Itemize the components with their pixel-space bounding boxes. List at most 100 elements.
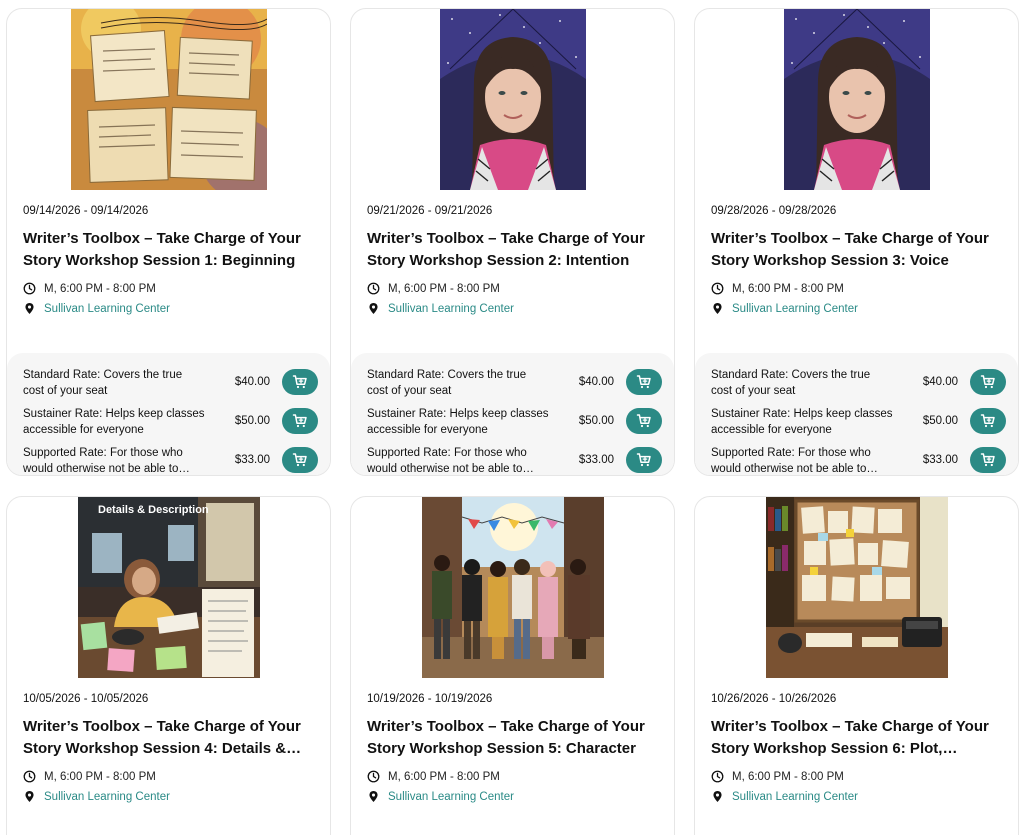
rate-price: $40.00 — [922, 376, 958, 388]
add-to-cart-button[interactable] — [282, 408, 318, 434]
event-location-link[interactable]: Sullivan Learning Center — [44, 303, 170, 315]
add-to-cart-button[interactable] — [282, 369, 318, 395]
clock-icon — [711, 282, 724, 295]
add-to-cart-button[interactable] — [626, 447, 662, 473]
event-title[interactable]: Writer’s Toolbox – Take Charge of Your S… — [23, 716, 319, 760]
event-image[interactable]: Details & Description — [77, 497, 260, 678]
event-location[interactable]: Sullivan Learning Center — [711, 302, 858, 315]
map-pin-icon — [367, 790, 380, 803]
event-time-text: M, 6:00 PM - 8:00 PM — [44, 282, 156, 295]
rate-price: $50.00 — [578, 415, 614, 427]
cart-icon — [292, 413, 308, 429]
rate-label: Sustainer Rate: Helps keep classes acces… — [23, 408, 205, 436]
rate-price: $50.00 — [922, 415, 958, 427]
rate-label: Standard Rate: Covers the true cost of y… — [711, 369, 871, 397]
event-time-text: M, 6:00 PM - 8:00 PM — [388, 282, 500, 295]
rate-label: Standard Rate: Covers the true cost of y… — [23, 369, 183, 397]
event-date: 10/19/2026 - 10/19/2026 — [367, 693, 493, 705]
rate-row: Supported Rate: For those who would othe… — [23, 445, 318, 475]
rate-row: Sustainer Rate: Helps keep classes acces… — [367, 406, 662, 440]
clock-icon — [367, 282, 380, 295]
event-card[interactable]: 09/28/2026 - 09/28/2026 Writer’s Toolbox… — [694, 8, 1019, 476]
event-time-text: M, 6:00 PM - 8:00 PM — [44, 770, 156, 783]
cart-icon — [980, 374, 996, 390]
rate-price: $33.00 — [922, 454, 958, 466]
clock-icon — [711, 770, 724, 783]
rate-price: $33.00 — [234, 454, 270, 466]
image-caption-text: Details & Description — [98, 504, 209, 516]
add-to-cart-button[interactable] — [282, 447, 318, 473]
event-title[interactable]: Writer’s Toolbox – Take Charge of Your S… — [23, 228, 319, 272]
cart-icon — [636, 374, 652, 390]
rate-price: $40.00 — [578, 376, 614, 388]
map-pin-icon — [23, 302, 36, 315]
event-date: 09/28/2026 - 09/28/2026 — [711, 205, 837, 217]
event-date: 09/21/2026 - 09/21/2026 — [367, 205, 493, 217]
rate-label: Standard Rate: Covers the true cost of y… — [367, 369, 527, 397]
rate-label: Sustainer Rate: Helps keep classes acces… — [711, 408, 893, 436]
cart-icon — [292, 374, 308, 390]
event-time: M, 6:00 PM - 8:00 PM — [367, 282, 500, 295]
event-card[interactable]: 10/26/2026 - 10/26/2026 Writer’s Toolbox… — [694, 496, 1019, 835]
rate-row: Standard Rate: Covers the true cost of y… — [23, 367, 318, 401]
add-to-cart-button[interactable] — [970, 408, 1006, 434]
event-date: 10/26/2026 - 10/26/2026 — [711, 693, 837, 705]
event-card[interactable]: 09/21/2026 - 09/21/2026 Writer’s Toolbox… — [350, 8, 675, 476]
cart-icon — [636, 452, 652, 468]
event-image[interactable] — [70, 9, 267, 190]
event-time: M, 6:00 PM - 8:00 PM — [23, 770, 156, 783]
rate-options: Standard Rate: Covers the true cost of y… — [695, 353, 1018, 475]
rate-price: $40.00 — [234, 376, 270, 388]
add-to-cart-button[interactable] — [970, 447, 1006, 473]
event-location-link[interactable]: Sullivan Learning Center — [388, 303, 514, 315]
cart-icon — [980, 452, 996, 468]
event-location-link[interactable]: Sullivan Learning Center — [732, 303, 858, 315]
event-title[interactable]: Writer’s Toolbox – Take Charge of Your S… — [711, 716, 1007, 760]
rate-row: Standard Rate: Covers the true cost of y… — [711, 367, 1006, 401]
rate-row: Supported Rate: For those who would othe… — [711, 445, 1006, 475]
event-image[interactable] — [783, 9, 930, 190]
event-location-link[interactable]: Sullivan Learning Center — [44, 791, 170, 803]
event-title[interactable]: Writer’s Toolbox – Take Charge of Your S… — [711, 228, 1007, 272]
event-card[interactable]: 10/19/2026 - 10/19/2026 Writer’s Toolbox… — [350, 496, 675, 835]
event-location-link[interactable]: Sullivan Learning Center — [732, 791, 858, 803]
rate-price: $50.00 — [234, 415, 270, 427]
event-time-text: M, 6:00 PM - 8:00 PM — [388, 770, 500, 783]
rate-row: Sustainer Rate: Helps keep classes acces… — [711, 406, 1006, 440]
event-title[interactable]: Writer’s Toolbox – Take Charge of Your S… — [367, 716, 663, 760]
rate-label: Supported Rate: For those who would othe… — [367, 447, 534, 475]
clock-icon — [23, 770, 36, 783]
cart-icon — [980, 413, 996, 429]
map-pin-icon — [367, 302, 380, 315]
event-location[interactable]: Sullivan Learning Center — [23, 302, 170, 315]
add-to-cart-button[interactable] — [626, 369, 662, 395]
event-location[interactable]: Sullivan Learning Center — [367, 790, 514, 803]
event-title[interactable]: Writer’s Toolbox – Take Charge of Your S… — [367, 228, 663, 272]
rate-price: $33.00 — [578, 454, 614, 466]
event-time: M, 6:00 PM - 8:00 PM — [711, 282, 844, 295]
rate-label: Sustainer Rate: Helps keep classes acces… — [367, 408, 549, 436]
event-time: M, 6:00 PM - 8:00 PM — [367, 770, 500, 783]
event-card[interactable]: Details & Description 10/05/2026 - 10/05… — [6, 496, 331, 835]
rate-options: Standard Rate: Covers the true cost of y… — [7, 353, 330, 475]
rate-options: Standard Rate: Covers the true cost of y… — [351, 353, 674, 475]
rate-label: Supported Rate: For those who would othe… — [711, 447, 878, 475]
event-image[interactable] — [765, 497, 948, 678]
map-pin-icon — [711, 790, 724, 803]
event-date: 09/14/2026 - 09/14/2026 — [23, 205, 149, 217]
event-location[interactable]: Sullivan Learning Center — [367, 302, 514, 315]
event-location[interactable]: Sullivan Learning Center — [711, 790, 858, 803]
event-image[interactable] — [421, 497, 604, 678]
add-to-cart-button[interactable] — [970, 369, 1006, 395]
event-time-text: M, 6:00 PM - 8:00 PM — [732, 282, 844, 295]
map-pin-icon — [23, 790, 36, 803]
rate-row: Sustainer Rate: Helps keep classes acces… — [23, 406, 318, 440]
map-pin-icon — [711, 302, 724, 315]
event-image[interactable] — [439, 9, 586, 190]
event-time-text: M, 6:00 PM - 8:00 PM — [732, 770, 844, 783]
event-location[interactable]: Sullivan Learning Center — [23, 790, 170, 803]
event-location-link[interactable]: Sullivan Learning Center — [388, 791, 514, 803]
event-card[interactable]: 09/14/2026 - 09/14/2026 Writer’s Toolbox… — [6, 8, 331, 476]
clock-icon — [367, 770, 380, 783]
add-to-cart-button[interactable] — [626, 408, 662, 434]
